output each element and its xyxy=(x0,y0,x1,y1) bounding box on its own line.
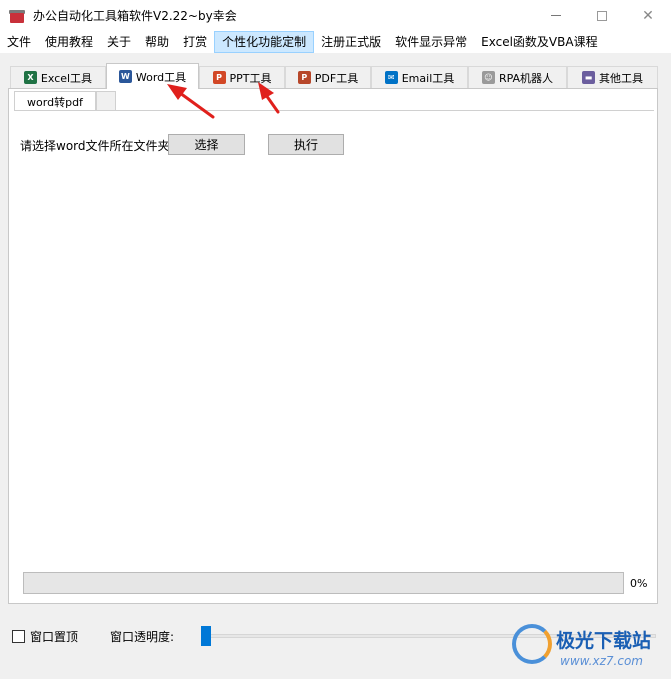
window-title: 办公自动化工具箱软件V2.22~by幸会 xyxy=(33,9,237,23)
progress-text: 0% xyxy=(630,577,648,590)
menu-display-issue[interactable]: 软件显示异常 xyxy=(388,31,474,53)
watermark-logo-icon xyxy=(512,624,552,664)
subtab-divider xyxy=(14,110,654,111)
folder-icon: ▬ xyxy=(582,71,595,84)
ppt-icon: P xyxy=(212,71,226,84)
close-button[interactable]: ✕ xyxy=(625,0,671,31)
subtab-spacer xyxy=(96,91,116,111)
folder-label: 请选择word文件所在文件夹: xyxy=(20,139,174,153)
tab-word[interactable]: W Word工具 xyxy=(106,63,199,89)
tab-pdf[interactable]: P PDF工具 xyxy=(285,66,371,88)
tab-label: Word工具 xyxy=(135,70,187,84)
watermark-text: 极光下载站 xyxy=(556,630,652,652)
tab-ppt[interactable]: P PPT工具 xyxy=(199,66,285,88)
tool-tabs: X Excel工具 W Word工具 P PPT工具 P PDF工具 ✉ Ema… xyxy=(8,63,658,89)
close-icon: ✕ xyxy=(642,7,654,24)
tab-excel[interactable]: X Excel工具 xyxy=(10,66,106,88)
tab-label: PDF工具 xyxy=(314,71,359,85)
pdf-icon: P xyxy=(297,71,311,84)
word-tools-panel: word转pdf 请选择word文件所在文件夹: 选择 执行 0% xyxy=(8,88,658,604)
tab-other[interactable]: ▬ 其他工具 xyxy=(567,66,658,88)
watermark-url: www.xz7.com xyxy=(560,654,643,668)
menu-tutorial[interactable]: 使用教程 xyxy=(38,31,100,53)
menu-about[interactable]: 关于 xyxy=(100,31,138,53)
opacity-label: 窗口透明度: xyxy=(110,630,175,644)
title-bar: 办公自动化工具箱软件V2.22~by幸会 ✕ xyxy=(0,0,671,31)
menu-help[interactable]: 帮助 xyxy=(138,31,176,53)
tab-label: 其他工具 xyxy=(599,71,643,85)
menu-customize[interactable]: 个性化功能定制 xyxy=(214,31,315,53)
tab-label: PPT工具 xyxy=(229,71,272,85)
tab-rpa[interactable]: ☺ RPA机器人 xyxy=(468,66,567,88)
progress-bar xyxy=(23,572,624,594)
opacity-slider-thumb[interactable] xyxy=(201,626,211,646)
menu-register[interactable]: 注册正式版 xyxy=(314,31,388,53)
menu-bar: 文件 使用教程 关于 帮助 打赏 个性化功能定制 注册正式版 软件显示异常 Ex… xyxy=(0,31,671,53)
topmost-checkbox[interactable] xyxy=(12,630,25,643)
maximize-button[interactable] xyxy=(579,0,625,31)
email-icon: ✉ xyxy=(384,71,398,84)
excel-icon: X xyxy=(23,71,37,84)
tab-label: RPA机器人 xyxy=(498,71,554,85)
watermark: 极光下载站 www.xz7.com xyxy=(512,618,667,676)
maximize-icon xyxy=(597,10,607,21)
minimize-icon xyxy=(551,15,561,16)
word-icon: W xyxy=(118,70,132,83)
menu-file[interactable]: 文件 xyxy=(0,31,38,53)
menu-donate[interactable]: 打赏 xyxy=(176,31,214,53)
robot-icon: ☺ xyxy=(481,71,495,84)
tab-label: Excel工具 xyxy=(40,71,93,85)
minimize-button[interactable] xyxy=(533,0,579,31)
topmost-label: 窗口置顶 xyxy=(30,630,79,644)
subtab-word-to-pdf[interactable]: word转pdf xyxy=(14,91,96,111)
tab-email[interactable]: ✉ Email工具 xyxy=(371,66,468,88)
select-folder-button[interactable]: 选择 xyxy=(168,134,245,155)
tab-label: Email工具 xyxy=(401,71,455,85)
toolbox-icon xyxy=(9,9,25,23)
run-button[interactable]: 执行 xyxy=(268,134,344,155)
menu-excel-course[interactable]: Excel函数及VBA课程 xyxy=(474,31,604,53)
